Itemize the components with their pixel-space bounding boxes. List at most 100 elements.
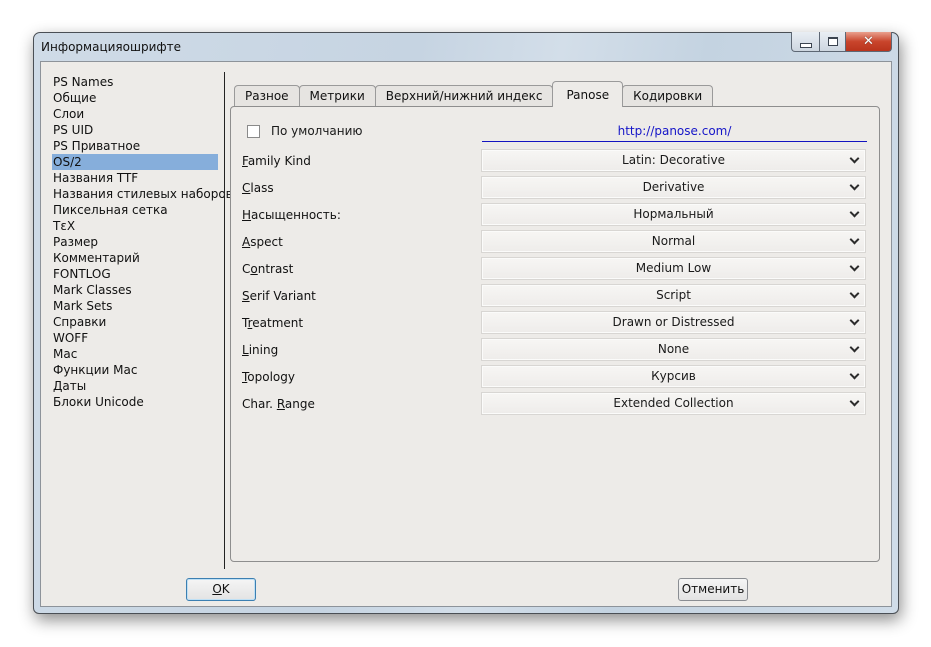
sidebar-item-fontlog[interactable]: FONTLOG	[52, 266, 228, 282]
sidebar-item-os2[interactable]: OS/2	[52, 154, 218, 170]
dropdown-value: Нормальный	[633, 207, 714, 221]
sidebar-item-general[interactable]: Общие	[52, 90, 228, 106]
dropdown-value: Normal	[651, 234, 696, 248]
treatment-dropdown[interactable]: Drawn or Distressed	[481, 311, 866, 334]
sidebar-item-woff[interactable]: WOFF	[52, 330, 228, 346]
sidebar-item-comment[interactable]: Комментарий	[52, 250, 228, 266]
chevron-down-icon	[849, 288, 860, 299]
field-label: Serif Variant	[242, 289, 316, 303]
ok-button[interactable]: OK	[186, 578, 256, 601]
category-list: PS Names Общие Слои PS UID PS Приватное …	[52, 74, 233, 410]
field-label: Family Kind	[242, 154, 311, 168]
label-mnemonic: Н	[242, 208, 252, 222]
minimize-button[interactable]	[791, 32, 820, 52]
sidebar-item-ps-uid[interactable]: PS UID	[52, 122, 228, 138]
close-button[interactable]: ✕	[846, 32, 892, 52]
field-label: Topology	[242, 370, 295, 384]
label-mnemonic: R	[276, 397, 285, 411]
label-text: Char.	[242, 397, 277, 411]
window-title: Информацияошрифте	[41, 40, 182, 54]
close-icon: ✕	[863, 34, 874, 49]
panose-row-char-range: Char. Range Extended Collection	[242, 390, 868, 417]
sidebar-item-size[interactable]: Размер	[52, 234, 228, 250]
sidebar-item-style-set-names[interactable]: Названия стилевых наборов	[52, 186, 233, 202]
field-label: Насыщенность:	[242, 208, 341, 222]
tab-super-subscript[interactable]: Верхний/нижний индекс	[374, 85, 554, 106]
dropdown-value: Derivative	[642, 180, 705, 194]
sidebar-item-mac-features[interactable]: Функции Mac	[52, 362, 228, 378]
sidebar-item-dates[interactable]: Даты	[52, 378, 228, 394]
default-checkbox-label: По умолчанию	[271, 124, 363, 138]
default-checkbox[interactable]	[247, 124, 260, 138]
field-label: Contrast	[242, 262, 293, 276]
aspect-dropdown[interactable]: Normal	[481, 230, 866, 253]
sidebar-item-ps-names[interactable]: PS Names	[52, 74, 228, 90]
sidebar-item-layers[interactable]: Слои	[52, 106, 228, 122]
chevron-down-icon	[849, 261, 860, 272]
tab-misc[interactable]: Разное	[234, 85, 300, 106]
maximize-icon	[827, 37, 838, 46]
label-text: ange	[284, 397, 315, 411]
panose-row-serif-variant: Serif Variant Script	[242, 282, 868, 309]
label-text: lass	[250, 181, 274, 195]
field-label: Char. Range	[242, 397, 315, 411]
sidebar-splitter[interactable]	[224, 72, 225, 569]
sidebar-item-mark-classes[interactable]: Mark Classes	[52, 282, 228, 298]
family-kind-dropdown[interactable]: Latin: Decorative	[481, 149, 866, 172]
ok-mnemonic: O	[212, 582, 222, 596]
maximize-button[interactable]	[820, 32, 846, 52]
sidebar-item-ps-private[interactable]: PS Приватное	[52, 138, 228, 154]
sidebar-item-tex[interactable]: TεX	[52, 218, 228, 234]
sidebar-item-pixel-grid[interactable]: Пиксельная сетка	[52, 202, 228, 218]
tab-encodings[interactable]: Кодировки	[622, 85, 714, 106]
dropdown-value: Drawn or Distressed	[612, 315, 735, 329]
sidebar-item-lookups[interactable]: Справки	[52, 314, 228, 330]
panose-row-class: Class Derivative	[242, 174, 868, 201]
label-mnemonic: o	[250, 262, 258, 276]
class-dropdown[interactable]: Derivative	[481, 176, 866, 199]
dropdown-value: Extended Collection	[613, 396, 734, 410]
field-label: Class	[242, 181, 274, 195]
chevron-down-icon	[849, 207, 860, 218]
field-label: Aspect	[242, 235, 283, 249]
sidebar-item-ttf-names[interactable]: Названия TTF	[52, 170, 228, 186]
panose-panel: По умолчанию http://panose.com/ Family K…	[230, 106, 880, 562]
tab-metrics[interactable]: Метрики	[298, 85, 376, 106]
dropdown-value: Latin: Decorative	[622, 153, 725, 167]
sidebar-item-mac[interactable]: Mac	[52, 346, 228, 362]
char-range-dropdown[interactable]: Extended Collection	[481, 392, 866, 415]
chevron-down-icon	[849, 315, 860, 326]
label-text: spect	[250, 235, 283, 249]
lining-dropdown[interactable]: None	[481, 338, 866, 361]
label-text: opology	[247, 370, 295, 384]
contrast-dropdown[interactable]: Medium Low	[481, 257, 866, 280]
minimize-icon	[799, 42, 812, 48]
font-info-dialog: Информацияошрифте ✕ PS Names Общие Слои …	[33, 32, 899, 614]
serif-variant-dropdown[interactable]: Script	[481, 284, 866, 307]
label-mnemonic: A	[242, 235, 251, 249]
topology-dropdown[interactable]: Курсив	[481, 365, 866, 388]
label-text: eatment	[252, 316, 304, 330]
ok-label: K	[221, 582, 230, 596]
weight-dropdown[interactable]: Нормальный	[481, 203, 866, 226]
panose-row-weight: Насыщенность: Нормальный	[242, 201, 868, 228]
tab-panose[interactable]: Panose	[552, 81, 624, 107]
panose-row-contrast: Contrast Medium Low	[242, 255, 868, 282]
panose-row-family-kind: Family Kind Latin: Decorative	[242, 147, 868, 174]
cancel-button[interactable]: Отменить	[678, 578, 748, 601]
default-checkbox-row[interactable]: По умолчанию	[247, 124, 363, 138]
dropdown-value: Script	[656, 288, 691, 302]
dialog-client-area: PS Names Общие Слои PS UID PS Приватное …	[40, 61, 892, 607]
chevron-down-icon	[849, 369, 860, 380]
label-text: amily Kind	[247, 154, 311, 168]
panose-row-topology: Topology Курсив	[242, 363, 868, 390]
sidebar-item-mark-sets[interactable]: Mark Sets	[52, 298, 228, 314]
panose-row-treatment: Treatment Drawn or Distressed	[242, 309, 868, 336]
label-text: ining	[248, 343, 279, 357]
chevron-down-icon	[849, 396, 860, 407]
label-mnemonic: L	[242, 343, 249, 357]
sidebar-item-unicode-blocks[interactable]: Блоки Unicode	[52, 394, 228, 410]
panose-link[interactable]: http://panose.com/	[482, 124, 867, 142]
panose-row-aspect: Aspect Normal	[242, 228, 868, 255]
caption-buttons: ✕	[791, 32, 892, 52]
